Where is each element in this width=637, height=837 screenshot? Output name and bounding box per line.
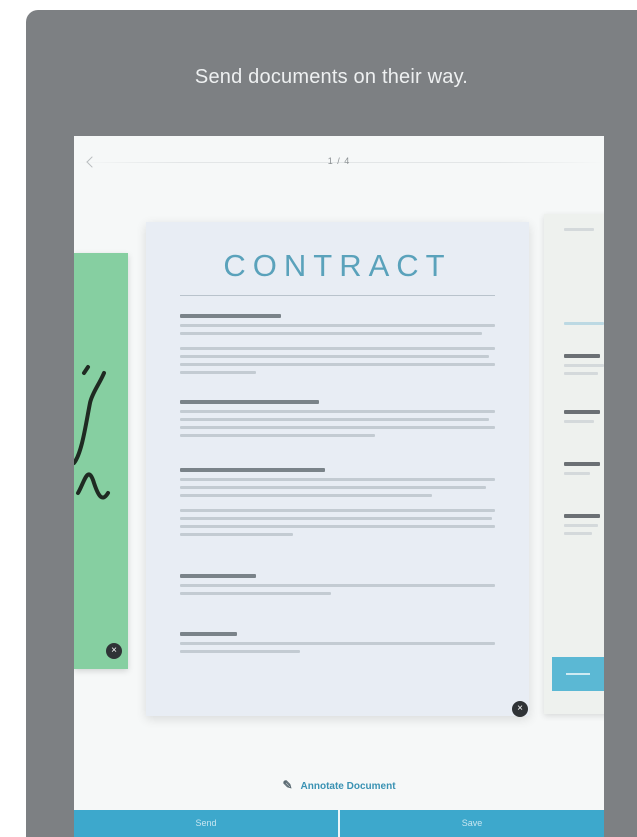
app-screen: 1 / 4 × CONTRACT × ✎ Annotate Document S… [74,136,604,837]
previous-document-card[interactable]: × [74,253,128,669]
signature-mark [74,365,110,500]
headline: Send documents on their way. [194,66,469,88]
title-divider [180,295,495,296]
next-card-button [552,657,604,691]
document-preview[interactable]: CONTRACT × [146,222,529,717]
document-section [180,632,495,658]
document-section [180,574,495,600]
page-indicator: 1 / 4 [327,156,351,166]
next-document-card[interactable] [544,214,604,714]
close-icon[interactable]: × [512,701,528,717]
close-icon[interactable]: × [106,643,122,659]
annotate-document-link[interactable]: ✎ Annotate Document [74,778,604,792]
top-bar: 1 / 4 [74,136,604,188]
send-button[interactable]: Send [74,810,338,837]
document-section [180,314,495,379]
bottom-action-bar: Send Save [74,810,604,837]
document-title: CONTRACT [223,248,452,283]
document-section [180,468,495,541]
annotate-document-label: Annotate Document [300,781,396,792]
save-button[interactable]: Save [340,810,604,837]
document-section [180,400,495,442]
device-frame: Send documents on their way. 1 / 4 × CON… [26,10,637,837]
pencil-icon: ✎ [282,778,293,792]
